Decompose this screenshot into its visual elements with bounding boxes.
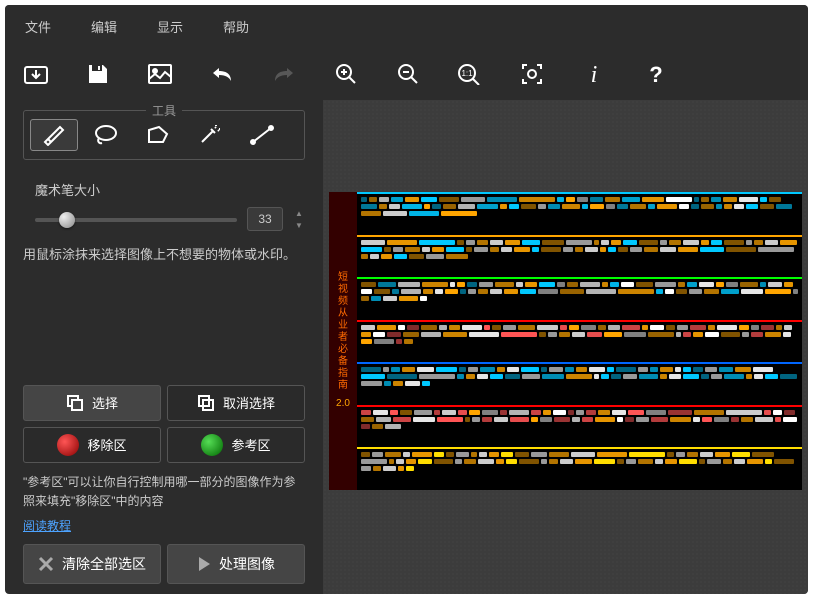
brush-size-input[interactable]: 33 — [247, 207, 283, 231]
svg-text:i: i — [591, 62, 598, 86]
menu-file[interactable]: 文件 — [5, 13, 71, 40]
tool-group: 工具 — [23, 110, 305, 160]
clear-all-button[interactable]: 清除全部选区 — [23, 544, 161, 584]
tutorial-link[interactable]: 阅读教程 — [23, 517, 305, 534]
preview-side-label: 短视频从业者必备指南2.0 — [329, 192, 357, 490]
reference-note: "参考区"可以让你自行控制用哪一部分的图像作为参照来填充"移除区"中的内容 — [23, 473, 305, 511]
wand-icon — [197, 124, 223, 146]
folder-open-icon — [24, 64, 48, 84]
brush-size-param: 魔术笔大小 33 ▲ ▼ — [23, 180, 305, 231]
undo-icon — [211, 65, 233, 83]
line-tool[interactable] — [238, 119, 286, 151]
menubar: 文件 编辑 显示 帮助 — [5, 5, 808, 48]
save-button[interactable] — [77, 56, 119, 92]
content: 工具 — [5, 100, 808, 594]
tool-hint: 用鼠标涂抹来选择图像上不想要的物体或水印。 — [23, 245, 305, 265]
help-icon: ? — [646, 62, 666, 86]
zoom-out-button[interactable] — [387, 56, 429, 92]
menu-help[interactable]: 帮助 — [203, 13, 269, 40]
spin-up[interactable]: ▲ — [293, 207, 305, 219]
spin-down[interactable]: ▼ — [293, 219, 305, 231]
zoom-out-icon — [397, 63, 419, 85]
menu-edit[interactable]: 编辑 — [71, 13, 137, 40]
zoom-fit-button[interactable] — [511, 56, 553, 92]
preview-image: 短视频从业者必备指南2.0 — [329, 192, 802, 490]
brush-icon — [41, 124, 67, 146]
lasso-tool[interactable] — [82, 119, 130, 151]
brush-size-label: 魔术笔大小 — [23, 180, 305, 199]
app-window: 文件 编辑 显示 帮助 1:1 — [5, 5, 808, 594]
line-icon — [249, 124, 275, 146]
wand-tool[interactable] — [186, 119, 234, 151]
sidebar: 工具 — [5, 100, 323, 594]
selection-buttons: 选择 取消选择 移除区 参考区 — [23, 385, 305, 463]
red-dot-icon — [57, 434, 79, 456]
help-button[interactable]: ? — [635, 56, 677, 92]
image-icon — [148, 64, 172, 84]
polygon-icon — [145, 124, 171, 146]
redo-icon — [273, 65, 295, 83]
action-buttons: 清除全部选区 处理图像 — [23, 544, 305, 584]
svg-text:1:1: 1:1 — [461, 69, 473, 78]
select-button[interactable]: 选择 — [23, 385, 161, 421]
redo-button[interactable] — [263, 56, 305, 92]
svg-text:?: ? — [649, 62, 662, 86]
menu-view[interactable]: 显示 — [137, 13, 203, 40]
remove-zone-button[interactable]: 移除区 — [23, 427, 161, 463]
zoom-in-icon — [335, 63, 357, 85]
tool-group-label: 工具 — [146, 102, 182, 119]
green-dot-icon — [201, 434, 223, 456]
close-icon — [38, 556, 54, 572]
image-button[interactable] — [139, 56, 181, 92]
copy-icon — [66, 394, 84, 412]
copy-outline-icon — [197, 394, 215, 412]
polygon-tool[interactable] — [134, 119, 182, 151]
canvas-area[interactable]: 短视频从业者必备指南2.0 — [323, 100, 808, 594]
play-icon — [197, 556, 211, 572]
lasso-icon — [93, 124, 119, 146]
info-icon: i — [584, 62, 604, 86]
info-button[interactable]: i — [573, 56, 615, 92]
zoom-in-button[interactable] — [325, 56, 367, 92]
deselect-button[interactable]: 取消选择 — [167, 385, 305, 421]
fit-icon — [521, 63, 543, 85]
save-icon — [87, 63, 109, 85]
undo-button[interactable] — [201, 56, 243, 92]
toolbar: 1:1 i ? — [5, 48, 808, 100]
brush-size-slider[interactable] — [35, 209, 237, 229]
actual-size-icon: 1:1 — [457, 63, 483, 85]
process-button[interactable]: 处理图像 — [167, 544, 305, 584]
zoom-actual-button[interactable]: 1:1 — [449, 56, 491, 92]
open-button[interactable] — [15, 56, 57, 92]
reference-zone-button[interactable]: 参考区 — [167, 427, 305, 463]
brush-tool[interactable] — [30, 119, 78, 151]
